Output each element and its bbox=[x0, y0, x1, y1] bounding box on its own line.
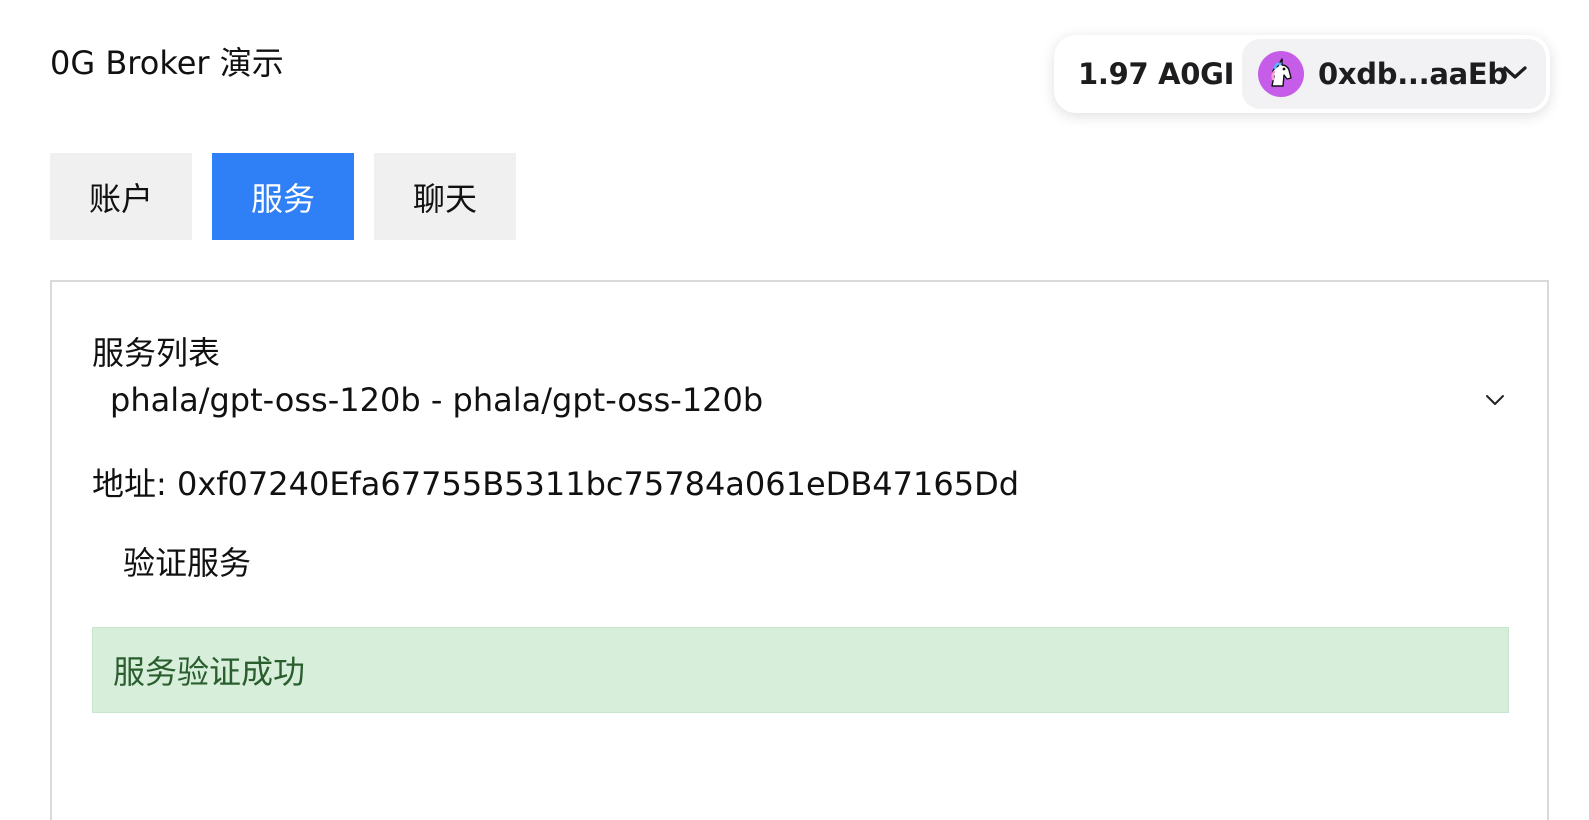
chevron-down-icon bbox=[1502, 65, 1528, 85]
tab-services[interactable]: 服务 bbox=[212, 153, 354, 240]
wallet-balance: 1.97 A0GI bbox=[1078, 57, 1235, 91]
service-list-label: 服务列表 bbox=[92, 334, 221, 372]
app-title: 0G Broker 演示 bbox=[50, 44, 284, 82]
tab-bar: 账户 服务 聊天 bbox=[50, 153, 516, 240]
success-alert: 服务验证成功 bbox=[92, 627, 1509, 713]
tab-account[interactable]: 账户 bbox=[50, 153, 192, 240]
account-button[interactable]: 0xdb...aaEb bbox=[1242, 39, 1546, 109]
selected-service: phala/gpt-oss-120b - phala/gpt-oss-120b bbox=[110, 381, 764, 419]
chevron-down-icon bbox=[1484, 392, 1506, 411]
unicorn-icon bbox=[1258, 51, 1304, 97]
services-panel: 服务列表 phala/gpt-oss-120b - phala/gpt-oss-… bbox=[50, 280, 1549, 820]
service-select[interactable]: phala/gpt-oss-120b - phala/gpt-oss-120b bbox=[92, 377, 1512, 429]
service-address: 地址: 0xf07240Efa67755B5311bc75784a061eDB4… bbox=[92, 465, 1020, 503]
verify-service-button[interactable]: 验证服务 bbox=[92, 535, 282, 587]
wallet-address: 0xdb...aaEb bbox=[1318, 57, 1508, 91]
wallet-widget: 1.97 A0GI 0xdb...aaEb bbox=[1054, 35, 1550, 113]
tab-chat[interactable]: 聊天 bbox=[374, 153, 516, 240]
